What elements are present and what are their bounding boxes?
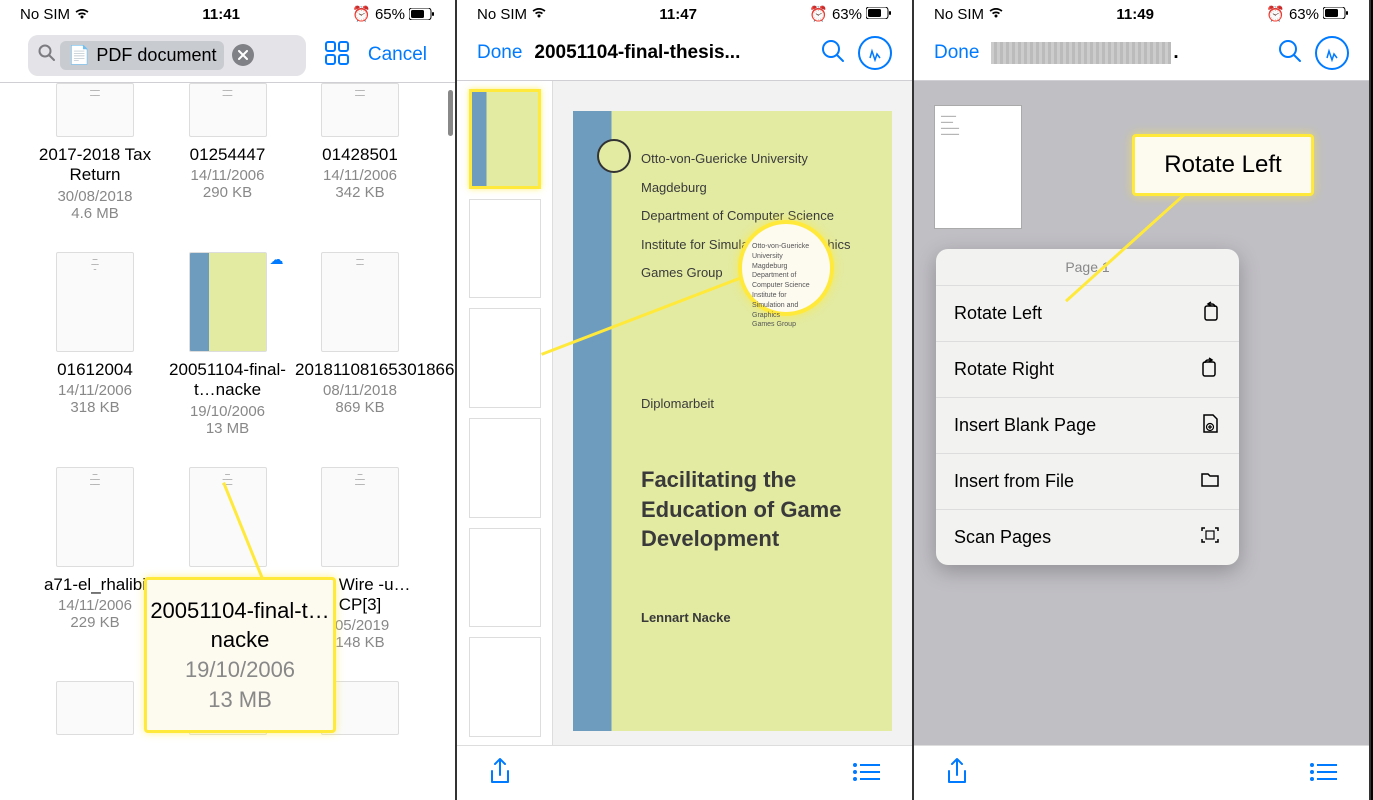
file-item[interactable]: ━━━━━━━━ 01428501 14/11/2006 342 KB	[295, 83, 425, 222]
menu-label: Rotate Right	[954, 359, 1054, 380]
scan-icon	[1199, 524, 1221, 551]
file-callout: 20051104-final-t…nacke 19/10/2006 13 MB	[144, 577, 336, 733]
search-field[interactable]: 📄 PDF document	[28, 35, 306, 76]
clear-search-button[interactable]	[232, 44, 254, 66]
menu-label: Scan Pages	[954, 527, 1051, 548]
battery-icon	[1323, 6, 1349, 23]
thesis-university: Otto-von-Guericke University Magdeburg	[641, 145, 868, 202]
status-bar: No SIM 11:47 ⏰ 63%	[457, 0, 912, 28]
pdf-header: Done .	[914, 28, 1369, 78]
pdf-page-view[interactable]: Otto-von-Guericke University Magdeburg D…	[553, 81, 912, 745]
scroll-indicator[interactable]	[448, 90, 453, 136]
status-bar: No SIM 11:49 ⏰ 63%	[914, 0, 1369, 28]
search-bar: 📄 PDF document Cancel	[20, 32, 435, 78]
phone-context-menu: No SIM 11:49 ⏰ 63% Done . ━━━━━━━━━━━━━━…	[914, 0, 1371, 800]
alarm-icon: ⏰	[809, 5, 828, 23]
file-item[interactable]: ━━━━━━━━━━ a71-el_rhalibi 14/11/2006 229…	[30, 467, 160, 652]
page-thumb[interactable]	[469, 199, 541, 299]
thesis-group: Games Group	[641, 259, 868, 288]
menu-label: Insert Blank Page	[954, 415, 1096, 436]
phone-files-app: No SIM 11:41 ⏰ 65% 📄 PDF document Cancel…	[0, 0, 457, 800]
page-thumb[interactable]	[469, 308, 541, 408]
file-item[interactable]: ☁︎ 20051104-final-t…nacke 19/10/2006 13 …	[163, 252, 293, 437]
rotate-left-callout: Rotate Left	[1132, 134, 1314, 196]
pdf-body: Otto-von-Guericke University Magdeburg D…	[457, 81, 912, 745]
alarm-icon: ⏰	[352, 5, 371, 23]
wifi-icon	[988, 6, 1004, 23]
time-label: 11:41	[202, 6, 240, 23]
thesis-dept: Department of Computer Science	[641, 202, 868, 231]
page-thumb[interactable]	[469, 528, 541, 628]
menu-scan-pages[interactable]: Scan Pages	[936, 509, 1239, 565]
rotate-right-icon	[1199, 356, 1221, 383]
wifi-icon	[531, 6, 547, 23]
pdf-toolbar	[914, 745, 1369, 800]
context-menu: Page 1 Rotate Left Rotate Right Insert B…	[936, 249, 1239, 565]
page-thumb[interactable]	[469, 637, 541, 737]
menu-label: Insert from File	[954, 471, 1074, 492]
thesis-inst: Institute for Simulation and Graphics	[641, 231, 868, 260]
carrier-label: No SIM	[934, 6, 984, 23]
markup-icon[interactable]	[858, 36, 892, 70]
title-suffix: .	[1173, 42, 1178, 64]
thesis-title: Facilitating the Education of Game Devel…	[641, 465, 868, 554]
page-thumb[interactable]: ━━━━━━━━━━━━━━━━━━━━━	[934, 105, 1022, 229]
done-button[interactable]: Done	[477, 42, 522, 64]
university-seal-icon	[597, 139, 631, 173]
thesis-author: Lennart Nacke	[641, 610, 868, 625]
battery-icon	[409, 8, 435, 20]
time-label: 11:47	[659, 6, 697, 23]
list-icon[interactable]	[852, 761, 882, 788]
search-icon[interactable]	[820, 38, 846, 69]
menu-insert-blank[interactable]: Insert Blank Page	[936, 397, 1239, 453]
blurred-title	[991, 42, 1171, 64]
file-item[interactable]: ━━━━━━━━ 01254447 14/11/2006 290 KB	[163, 83, 293, 222]
search-tag-label: PDF document	[96, 45, 216, 66]
battery-label: 63%	[832, 6, 862, 23]
pdf-toolbar	[457, 745, 912, 800]
share-icon[interactable]	[944, 757, 970, 792]
cancel-button[interactable]: Cancel	[368, 44, 427, 66]
cloud-icon: ☁︎	[270, 251, 284, 268]
folder-icon	[1199, 468, 1221, 495]
file-item[interactable]: ━━━━━━ 20181108165301866 08/11/2018 869 …	[295, 252, 425, 437]
battery-label: 63%	[1289, 6, 1319, 23]
menu-rotate-right[interactable]: Rotate Right	[936, 341, 1239, 397]
pdf-header: Done 20051104-final-thesis...	[457, 28, 912, 78]
file-item[interactable]: ━━━━━━ 01612004 14/11/2006 318 KB	[30, 252, 160, 437]
time-label: 11:49	[1116, 6, 1154, 23]
pdf-title: 20051104-final-thesis...	[534, 42, 808, 64]
insert-blank-icon	[1199, 412, 1221, 439]
status-bar: No SIM 11:41 ⏰ 65%	[0, 0, 455, 28]
page-thumb[interactable]	[469, 89, 541, 189]
phone-pdf-viewer: No SIM 11:47 ⏰ 63% Done 20051104-final-t…	[457, 0, 914, 800]
share-icon[interactable]	[487, 757, 513, 792]
search-icon	[38, 44, 56, 67]
menu-header: Page 1	[936, 249, 1239, 285]
doc-icon: 📄	[68, 45, 90, 66]
page-thumb[interactable]	[469, 418, 541, 518]
menu-insert-file[interactable]: Insert from File	[936, 453, 1239, 509]
rotate-left-icon	[1199, 300, 1221, 327]
carrier-label: No SIM	[20, 6, 70, 23]
markup-icon[interactable]	[1315, 36, 1349, 70]
thesis-type: Diplomarbeit	[641, 396, 868, 411]
battery-label: 65%	[375, 6, 405, 23]
battery-icon	[866, 6, 892, 23]
search-icon[interactable]	[1277, 38, 1303, 69]
menu-rotate-left[interactable]: Rotate Left	[936, 285, 1239, 341]
file-item[interactable]: ━━━━━━━━ 2017-2018 Tax Return 30/08/2018…	[30, 83, 160, 222]
list-icon[interactable]	[1309, 761, 1339, 788]
carrier-label: No SIM	[477, 6, 527, 23]
wifi-icon	[74, 8, 90, 20]
menu-label: Rotate Left	[954, 303, 1042, 324]
view-toggle-icon[interactable]	[324, 40, 350, 71]
done-button[interactable]: Done	[934, 42, 979, 64]
alarm-icon: ⏰	[1266, 5, 1285, 23]
pdf-thumbnails[interactable]	[457, 81, 553, 745]
search-tag: 📄 PDF document	[60, 41, 224, 70]
